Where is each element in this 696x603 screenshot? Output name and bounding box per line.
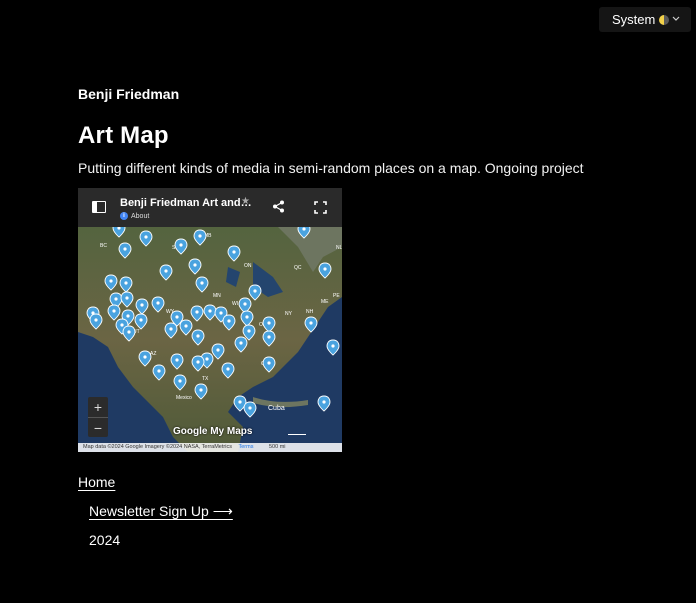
theme-label: System [612, 12, 656, 27]
svg-text:BC: BC [100, 243, 107, 249]
google-my-maps-logo: Google My Maps [173, 426, 253, 437]
fullscreen-icon[interactable] [314, 201, 327, 214]
map-scale: 500 mi [269, 444, 286, 450]
map-header: Benji Friedman Art and… ★ i About [78, 188, 342, 227]
svg-text:QC: QC [294, 265, 302, 271]
terms-link[interactable]: Terms [238, 444, 253, 450]
sidebar-toggle-icon[interactable] [92, 201, 106, 213]
newsletter-signup-link[interactable]: Newsletter Sign Up ⟶ [89, 503, 233, 520]
map-terrain: BCMBSK ONQCNL PEMENH MNWINY OHWYUT AZTXG… [78, 227, 342, 452]
home-link[interactable]: Home [78, 474, 115, 490]
svg-text:WI: WI [232, 301, 238, 307]
chevron-down-icon [672, 16, 680, 21]
svg-text:ME: ME [321, 299, 329, 305]
svg-text:NH: NH [306, 309, 314, 315]
map-title[interactable]: Benji Friedman Art and… [120, 197, 252, 209]
zoom-controls: + − [88, 397, 108, 437]
star-icon[interactable]: ★ [241, 196, 250, 207]
svg-text:PE: PE [333, 293, 340, 299]
year-label: 2024 [89, 532, 121, 548]
site-name[interactable]: Benji Friedman [78, 86, 179, 102]
map-attribution: Map data ©2024 Google Imagery ©2024 NASA… [78, 443, 342, 452]
page-subtitle: Putting different kinds of media in semi… [78, 160, 584, 176]
svg-text:ON: ON [244, 263, 252, 269]
svg-text:MN: MN [213, 293, 221, 299]
theme-select[interactable]: System [599, 7, 691, 32]
svg-text:NL: NL [336, 245, 342, 251]
page-title: Art Map [78, 122, 169, 149]
map-about-link[interactable]: i About [120, 212, 149, 220]
half-moon-icon [659, 14, 670, 25]
info-icon: i [120, 212, 128, 220]
svg-text:NY: NY [285, 311, 293, 317]
about-label: About [131, 212, 150, 220]
zoom-in-button[interactable]: + [88, 397, 108, 417]
embedded-map[interactable]: Benji Friedman Art and… ★ i About BC MB … [78, 188, 342, 452]
svg-text:Cuba: Cuba [268, 405, 285, 412]
svg-text:Mexico: Mexico [176, 395, 192, 401]
attribution-text: Map data ©2024 Google Imagery ©2024 NASA… [83, 444, 232, 450]
share-icon[interactable] [272, 200, 285, 213]
svg-text:TX: TX [202, 376, 209, 382]
zoom-out-button[interactable]: − [88, 417, 108, 437]
